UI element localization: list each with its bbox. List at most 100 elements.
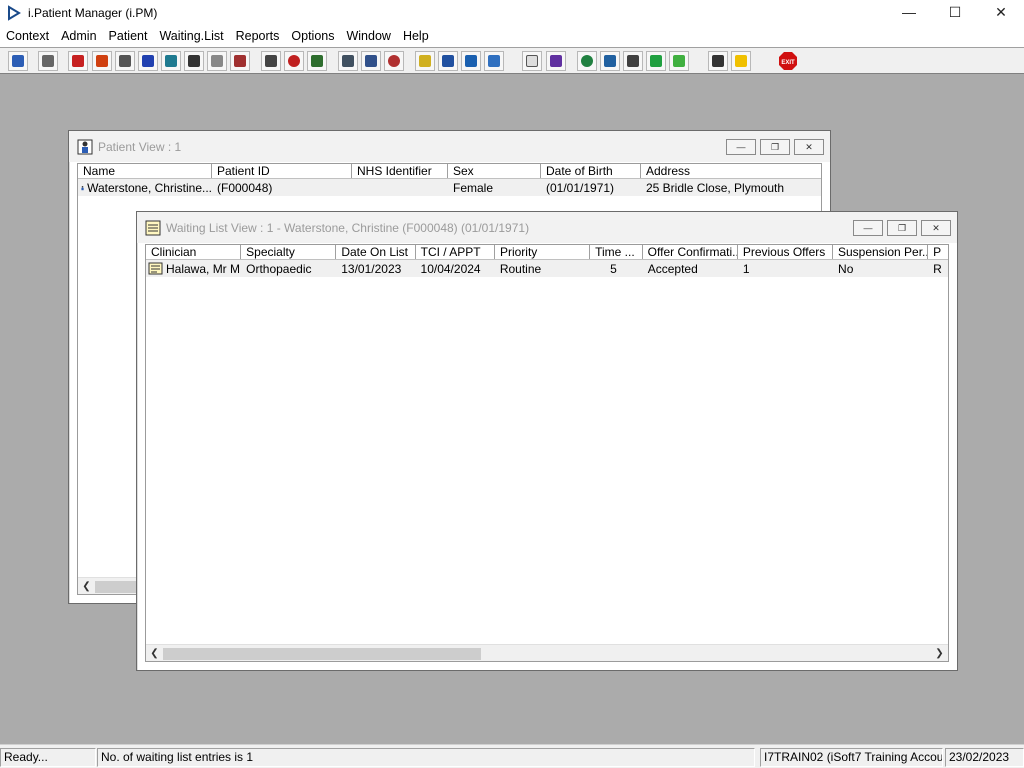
status-date: 23/02/2023 [945, 748, 1024, 767]
column-header-time[interactable]: Time ... [590, 245, 643, 259]
menu-window[interactable]: Window [340, 26, 396, 47]
mail-icon[interactable] [138, 51, 158, 71]
patient-view-minimize-button[interactable]: — [726, 139, 756, 155]
window-title: i.Patient Manager (i.PM) [28, 6, 158, 20]
waiting-list-icon [145, 220, 161, 235]
note-icon[interactable] [361, 51, 381, 71]
scroll-thumb[interactable] [163, 648, 481, 660]
cell-specialty: Orthopaedic [246, 261, 312, 276]
scroll-left-icon[interactable]: ❮ [146, 645, 163, 661]
minimize-button[interactable]: — [886, 0, 932, 24]
exit-label: EXIT [781, 60, 795, 66]
scroll-left-icon[interactable]: ❮ [78, 578, 95, 594]
waiting-list-minimize-button[interactable]: — [853, 220, 883, 236]
scroll-thumb[interactable] [95, 581, 140, 593]
list-icon[interactable] [338, 51, 358, 71]
cell-priority: Routine [499, 261, 542, 276]
ambulance-icon[interactable] [207, 51, 227, 71]
status-ready: Ready... [0, 748, 96, 767]
menu-help[interactable]: Help [397, 26, 435, 47]
patient-view-title: Patient View : 1 [98, 139, 182, 154]
close-button[interactable]: ✕ [978, 0, 1024, 24]
green-arrow-icon[interactable] [646, 51, 666, 71]
waiting-list-close-button[interactable]: ✕ [921, 220, 951, 236]
transfer-icon[interactable] [461, 51, 481, 71]
patient-icon [77, 139, 93, 154]
column-header-address[interactable]: Address [641, 164, 821, 178]
book-icon[interactable] [68, 51, 88, 71]
clock-icon[interactable] [284, 51, 304, 71]
column-header-suspension-period[interactable]: Suspension Per... [833, 245, 929, 259]
document-icon[interactable] [522, 51, 542, 71]
transport-icon[interactable] [230, 51, 250, 71]
green-download-icon[interactable] [669, 51, 689, 71]
waiting-edit-icon[interactable] [438, 51, 458, 71]
column-header-specialty[interactable]: Specialty [241, 245, 337, 259]
cell-previous-offers: 1 [742, 261, 750, 276]
column-header-name[interactable]: Name [78, 164, 212, 178]
waiting-list-restore-button[interactable]: ❐ [887, 220, 917, 236]
check-icon[interactable] [623, 51, 643, 71]
waiting-list-view-window[interactable]: Waiting List View : 1 - Waterstone, Chri… [136, 211, 958, 671]
bed-icon[interactable] [484, 51, 504, 71]
maximize-button[interactable]: ☐ [932, 0, 978, 24]
table-row[interactable]: Waterstone, Christine... (F000048) Femal… [78, 179, 821, 196]
column-header-p[interactable]: P [928, 245, 948, 259]
table-row[interactable]: Halawa, Mr M Orthopaedic 13/01/2023 10/0… [146, 260, 948, 277]
gauge-icon[interactable] [384, 51, 404, 71]
cell-time: 5 [610, 261, 617, 276]
menu-waiting-list[interactable]: Waiting.List [153, 26, 229, 47]
title-bar: i.Patient Manager (i.PM) — ☐ ✕ [0, 0, 1024, 26]
menu-reports[interactable]: Reports [230, 26, 286, 47]
waiting-list-icon[interactable] [415, 51, 435, 71]
column-header-sex[interactable]: Sex [448, 164, 541, 178]
cell-sex: Female [453, 180, 494, 195]
patient-name: Waterstone, Christine... [87, 180, 212, 195]
column-header-date-on-list[interactable]: Date On List [336, 245, 416, 259]
patient-icon[interactable] [8, 51, 28, 71]
column-header-previous-offers[interactable]: Previous Offers [738, 245, 833, 259]
warning-icon[interactable] [731, 51, 751, 71]
cell-name: Waterstone, Christine... [78, 180, 212, 196]
column-header-priority[interactable]: Priority [495, 245, 591, 259]
status-account: I7TRAIN02 (iSoft7 Training Account) [760, 748, 943, 767]
menu-options[interactable]: Options [285, 26, 340, 47]
status-bar: Ready... No. of waiting list entries is … [0, 744, 1024, 768]
cell-p: R [933, 261, 942, 276]
referral-icon[interactable] [600, 51, 620, 71]
person-icon [81, 185, 84, 190]
menu-patient[interactable]: Patient [103, 26, 154, 47]
cell-address: 25 Bridle Close, Plymouth [646, 180, 785, 195]
patient-view-titlebar[interactable]: Patient View : 1 — ❐ ✕ [69, 131, 830, 162]
patient-view-restore-button[interactable]: ❐ [760, 139, 790, 155]
menu-context[interactable]: Context [0, 26, 55, 47]
clinician-name: Halawa, Mr M [166, 261, 241, 276]
globe-icon[interactable] [577, 51, 597, 71]
waiting-list-view-titlebar[interactable]: Waiting List View : 1 - Waterstone, Chri… [137, 212, 957, 243]
waiting-list-view-title: Waiting List View : 1 - Waterstone, Chri… [166, 220, 530, 235]
chart-icon[interactable] [546, 51, 566, 71]
screen-icon[interactable] [307, 51, 327, 71]
edit-icon[interactable] [261, 51, 281, 71]
column-header-offer-confirmation[interactable]: Offer Confirmati... [643, 245, 738, 259]
column-header-nhs-identifier[interactable]: NHS Identifier [352, 164, 448, 178]
waiting-entry-icon [148, 262, 163, 274]
record-icon[interactable] [115, 51, 135, 71]
print-icon[interactable] [38, 51, 58, 71]
doctor-icon[interactable] [161, 51, 181, 71]
menu-admin[interactable]: Admin [55, 26, 102, 47]
column-header-tci-appt[interactable]: TCI / APPT [416, 245, 495, 259]
patient-view-close-button[interactable]: ✕ [794, 139, 824, 155]
patient-grid-header: Name Patient ID NHS Identifier Sex Date … [78, 164, 821, 179]
column-header-clinician[interactable]: Clinician [146, 245, 242, 259]
cell-date-on-list: 13/01/2023 [341, 261, 402, 276]
status-message: No. of waiting list entries is 1 [97, 748, 755, 767]
form-icon[interactable] [184, 51, 204, 71]
exit-button[interactable]: EXIT [778, 51, 798, 71]
column-header-dob[interactable]: Date of Birth [541, 164, 641, 178]
waiting-list-hscrollbar[interactable]: ❮ ❯ [146, 644, 948, 661]
swap-icon[interactable] [708, 51, 728, 71]
column-header-patient-id[interactable]: Patient ID [212, 164, 352, 178]
scroll-right-icon[interactable]: ❯ [931, 645, 948, 661]
folder-icon[interactable] [92, 51, 112, 71]
